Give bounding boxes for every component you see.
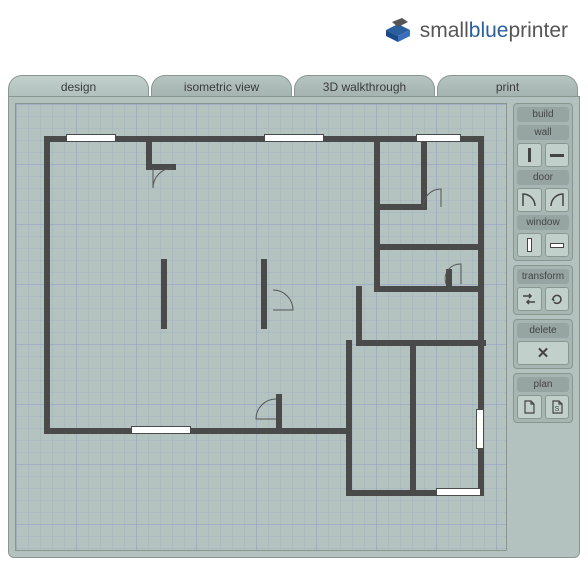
door-left-tool[interactable]	[517, 188, 542, 212]
main-frame: build wall door window transf	[8, 96, 580, 558]
tab-design[interactable]: design	[8, 75, 149, 98]
tab-isometric[interactable]: isometric view	[151, 75, 292, 98]
design-canvas[interactable]	[15, 103, 507, 551]
rotate-tool[interactable]	[545, 287, 570, 311]
printer-icon	[384, 18, 414, 44]
tab-bar: design isometric view 3D walkthrough pri…	[8, 70, 580, 98]
wall-header: wall	[517, 125, 569, 140]
window-horizontal-tool[interactable]	[545, 233, 570, 257]
flip-tool[interactable]	[517, 287, 542, 311]
save-plan-tool[interactable]: S	[545, 395, 570, 419]
delete-header: delete	[517, 323, 569, 338]
transform-header: transform	[517, 269, 569, 284]
tab-3d-walkthrough[interactable]: 3D walkthrough	[294, 75, 435, 98]
transform-section: transform	[513, 265, 573, 315]
wall-vertical-tool[interactable]	[517, 143, 542, 167]
new-plan-tool[interactable]	[517, 395, 542, 419]
door-right-tool[interactable]	[545, 188, 570, 212]
plan-header: plan	[517, 377, 569, 392]
window-vertical-tool[interactable]	[517, 233, 542, 257]
svg-text:S: S	[554, 406, 559, 413]
app-logo: smallblueprinter	[384, 18, 568, 44]
logo-text: smallblueprinter	[420, 19, 568, 43]
build-section: build wall door window	[513, 103, 573, 261]
delete-tool[interactable]: ✕	[517, 341, 569, 365]
delete-section: delete ✕	[513, 319, 573, 369]
window-header: window	[517, 215, 569, 230]
wall-horizontal-tool[interactable]	[545, 143, 570, 167]
toolbox: build wall door window transf	[513, 103, 573, 551]
tab-print[interactable]: print	[437, 75, 578, 98]
build-header: build	[517, 107, 569, 122]
door-header: door	[517, 170, 569, 185]
floor-plan	[16, 104, 506, 550]
plan-section: plan S	[513, 373, 573, 423]
